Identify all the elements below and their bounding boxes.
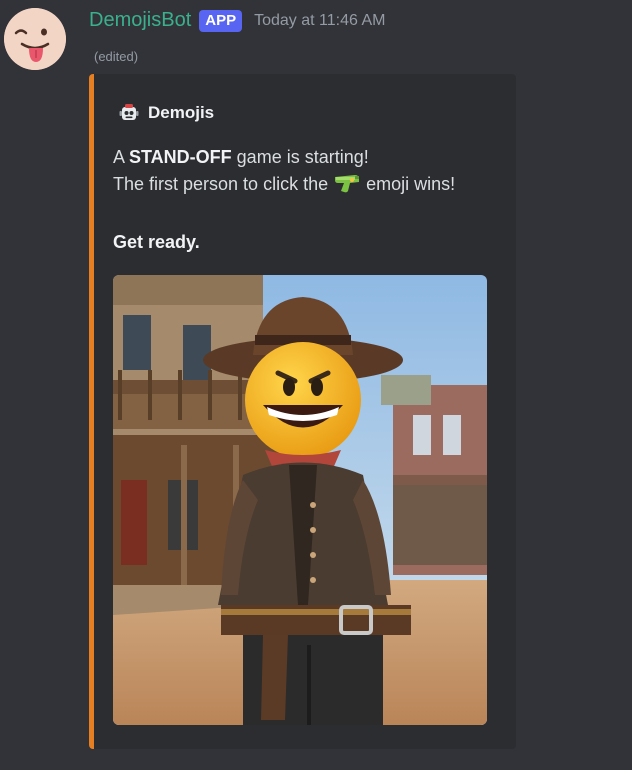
- embed-description: A STAND-OFF game is starting! The first …: [113, 144, 508, 256]
- cowboy-emoji-western-town-image: [113, 275, 487, 725]
- line1-suffix: game is starting!: [231, 147, 369, 167]
- message-embed: Demojis A STAND-OFF game is starting! Th…: [89, 74, 516, 749]
- embed-author: Demojis: [118, 102, 214, 124]
- username[interactable]: DemojisBot: [89, 9, 191, 32]
- line3-bold: Get ready.: [113, 232, 200, 252]
- message-header: DemojisBot APP Today at 11:46 AM: [89, 9, 385, 32]
- water-pistol-icon: [333, 172, 361, 202]
- app-badge: APP: [199, 9, 243, 32]
- line2-prefix: The first person to click the: [113, 174, 334, 194]
- line2-suffix: emoji wins!: [361, 174, 456, 194]
- embed-image[interactable]: [113, 275, 487, 725]
- edited-label: (edited): [94, 49, 139, 64]
- message-avatar[interactable]: [4, 8, 66, 70]
- embed-line-3: Get ready.: [113, 229, 508, 256]
- line1-bold: STAND-OFF: [129, 147, 232, 167]
- timestamp[interactable]: Today at 11:46 AM: [254, 12, 385, 30]
- robot-icon: [119, 104, 139, 120]
- tongue-wink-emoji-icon: [4, 8, 66, 70]
- embed-line-2: The first person to click the emoji wins…: [113, 171, 508, 202]
- embed-line-1: A STAND-OFF game is starting!: [113, 144, 508, 171]
- line1-prefix: A: [113, 147, 130, 167]
- embed-author-name: Demojis: [148, 103, 215, 122]
- embed-line-blank: [113, 202, 508, 229]
